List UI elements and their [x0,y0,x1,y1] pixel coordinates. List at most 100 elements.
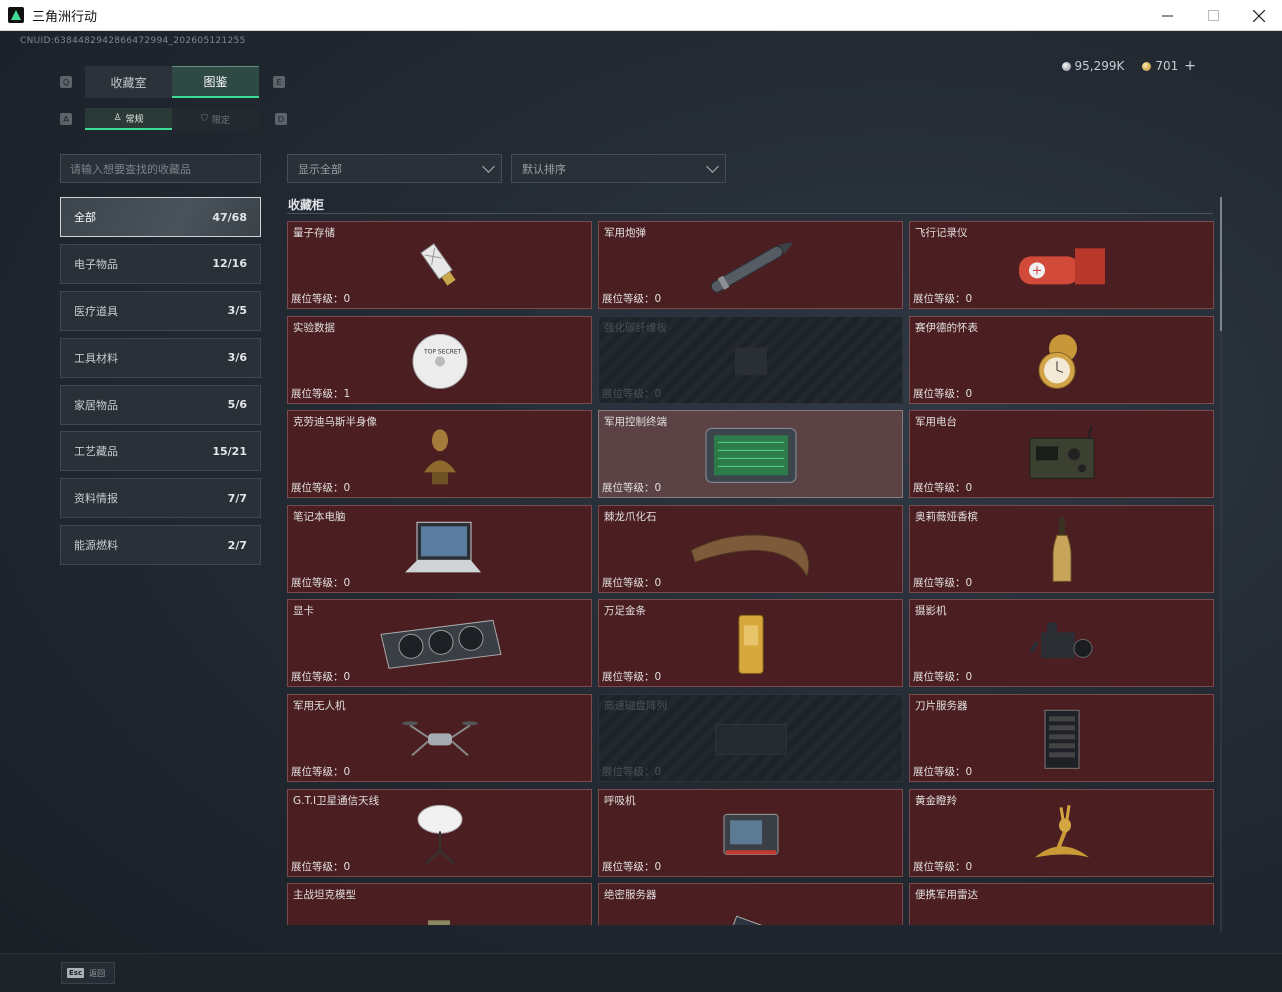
silver-currency: 95,299K [1061,59,1124,73]
collectible-card[interactable]: 军用电台 展位等级：0 [909,410,1214,499]
collectible-card[interactable]: 飞行记录仪 展位等级：0 [909,221,1214,309]
sort-value: 默认排序 [522,162,566,176]
gold-currency[interactable]: 701 + [1142,58,1196,74]
show-filter-dropdown[interactable]: 显示全部 [287,154,502,183]
esc-key-icon: Esc [67,968,85,978]
regular-icon: ♙ [113,113,122,123]
chevron-down-icon [706,160,719,173]
booth-level-label: 展位等级： [602,482,655,495]
collectible-card[interactable]: 呼吸机 展位等级：0 [598,788,903,877]
minimize-icon [1161,15,1173,17]
gold-bar-icon [681,612,821,678]
booth-level-label: 展位等级： [913,765,966,778]
bust-statue-icon [370,423,510,489]
booth-level-label: 展位等级： [913,293,966,305]
tab-collection-room[interactable]: 收藏室 [85,66,172,98]
booth-level: 展位等级：0 [291,669,350,684]
sort-dropdown[interactable]: 默认排序 [511,154,726,183]
graphics-card-icon [370,612,510,678]
category-all[interactable]: 全部 47/68 [60,197,261,237]
section-title: 收藏柜 [288,198,325,212]
collectible-card[interactable]: 万足金条 展位等级：0 [598,599,903,688]
booth-level: 展位等级：0 [291,575,350,590]
subtab-regular[interactable]: ♙ 常规 [85,108,172,130]
booth-level: 展位等级：0 [602,480,661,495]
collectible-name: 奥莉薇娅香槟 [915,510,978,523]
collectible-card[interactable]: 军用控制终端 展位等级：0 [598,410,903,499]
claw-fossil-icon [681,517,821,583]
booth-level: 展位等级：1 [291,386,350,401]
category-tools[interactable]: 工具材料 3/6 [60,337,261,378]
back-button[interactable]: Esc 返回 [61,962,115,984]
minimize-button[interactable] [1144,0,1190,31]
subtab-limited[interactable]: ⛉ 限定 [172,108,259,130]
collectible-card[interactable]: G.T.I卫星通信天线 展位等级：0 [287,788,592,877]
collectible-card[interactable]: 刀片服务器 展位等级：0 [909,693,1214,782]
collectible-card[interactable]: 赛伊德的怀表 展位等级：0 [909,315,1214,404]
laptop-icon [370,517,510,583]
booth-level-label: 展位等级： [602,765,655,778]
booth-level-value: 0 [343,671,351,684]
booth-level-value: 1 [343,387,351,400]
collectible-card[interactable]: 克劳迪乌斯半身像 展位等级：0 [287,410,592,499]
next-subtab-key-icon[interactable]: D [275,113,287,125]
carbon-plate-icon [681,328,821,394]
collectible-name: 赛伊德的怀表 [915,321,978,334]
tank-model-icon [370,895,510,925]
booth-level-value: 0 [654,576,662,589]
collectible-card[interactable]: 黄金瞪羚 展位等级：0 [909,788,1214,877]
collectible-card[interactable]: 高速磁盘阵列 展位等级：0 [598,693,903,782]
section-divider [287,213,1213,214]
booth-level-label: 展位等级： [291,293,344,305]
category-count: 3/5 [227,304,247,318]
booth-level: 展位等级：0 [602,291,661,306]
prev-tab-key-icon[interactable]: Q [60,76,72,88]
maximize-button[interactable] [1190,0,1236,31]
booth-level-label: 展位等级： [291,482,344,495]
booth-level-label: 展位等级： [913,482,966,495]
collectible-card[interactable]: 军用炮弹 展位等级：0 [598,221,903,309]
collectible-card[interactable]: 摄影机 展位等级：0 [909,599,1214,688]
collection-grid: 量子存储 展位等级：0 军用炮弹 展位等级：0 飞行记录仪 展位等级：0 实验数据 TOP S… [287,221,1214,925]
collectible-card[interactable]: 奥莉薇娅香槟 展位等级：0 [909,504,1214,593]
booth-level: 展位等级：0 [913,386,972,401]
category-electronics[interactable]: 电子物品 12/16 [60,243,261,284]
category-count: 3/6 [227,351,247,365]
maximize-icon [1207,10,1219,21]
search-input[interactable]: 请输入想要查找的收藏品 [60,154,261,183]
add-currency-icon[interactable]: + [1184,58,1196,74]
collectible-card[interactable]: 棘龙爪化石 展位等级：0 [598,504,903,593]
collectible-card[interactable]: 便携军用雷达 [909,883,1214,925]
blade-server-icon [992,706,1132,772]
collectible-name: 主战坦克模型 [293,889,356,902]
collectible-card[interactable]: 显卡展位等级：0 [287,599,592,688]
close-button[interactable] [1236,0,1282,31]
scrollbar-thumb[interactable] [1220,197,1222,331]
category-energy[interactable]: 能源燃料 2/7 [60,525,261,566]
collectible-card[interactable]: 强化碳纤维板 展位等级：0 [598,315,903,404]
collectible-name: 摄影机 [915,605,947,618]
collectible-card[interactable]: 量子存储 展位等级：0 [287,221,592,309]
category-label: 资料情报 [74,492,118,506]
next-tab-key-icon[interactable]: E [273,76,285,88]
category-list: 全部 47/68 电子物品 12/16 医疗道具 3/5 工具材料 3/6 家居物品 5/… [60,197,261,572]
pocket-watch-icon [992,328,1132,394]
collectible-card[interactable]: 实验数据 TOP SECRET 展位等级：1 [287,315,592,404]
category-household[interactable]: 家居物品 5/6 [60,384,261,425]
collectible-card[interactable]: 主战坦克模型 [287,883,592,925]
category-intel[interactable]: 资料情报 7/7 [60,478,261,519]
prev-subtab-key-icon[interactable]: A [60,113,72,125]
collectible-card[interactable]: 军用无人机 展位等级：0 [287,693,592,782]
booth-level-value: 0 [965,293,973,305]
tab-codex[interactable]: 图鉴 [172,66,259,98]
collectible-name: 呼吸机 [604,794,636,807]
collectible-card[interactable]: 绝密服务器 [598,883,903,925]
category-medical[interactable]: 医疗道具 3/5 [60,290,261,331]
booth-level-value: 0 [343,293,351,305]
category-crafts[interactable]: 工艺藏品 15/21 [60,431,261,472]
collectible-name: 万足金条 [604,605,646,618]
data-disc-icon: TOP SECRET [370,328,510,394]
booth-level: 展位等级：0 [291,291,350,306]
collectible-name: 显卡 [293,605,314,618]
collectible-card[interactable]: 笔记本电脑 展位等级：0 [287,504,592,593]
